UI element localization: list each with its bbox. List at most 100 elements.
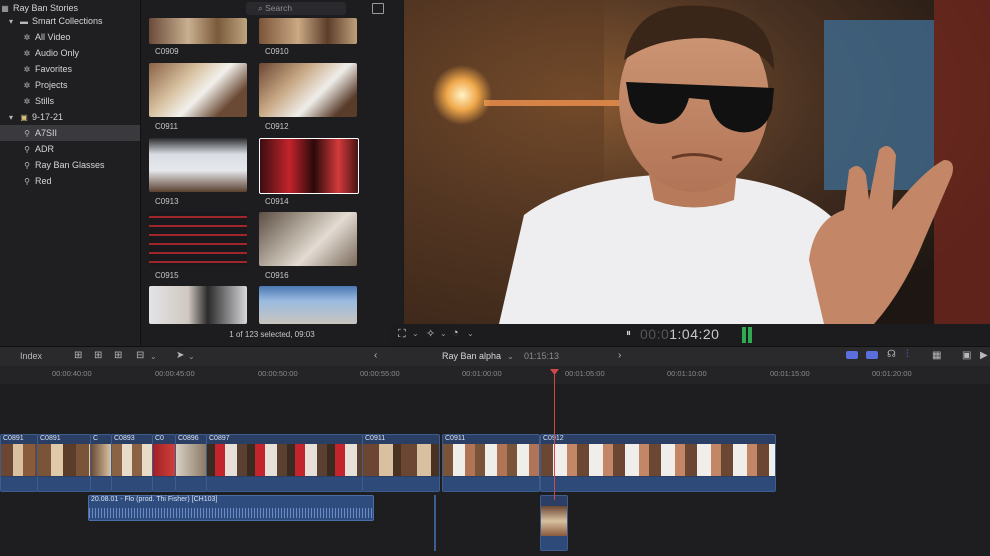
chevron-down-icon[interactable]: ⌄ <box>507 352 514 361</box>
clip-thumbnail[interactable] <box>259 212 357 266</box>
audio-waveform <box>112 477 152 491</box>
audio-waveform <box>207 477 362 491</box>
timeline-toolbar: Index ⊞ ⊞ ⊞ ⊟ ⌄ ➤ ⌄ ‹ Ray Ban alpha ⌄ 01… <box>0 346 990 367</box>
sidebar-item-red[interactable]: ⚲ Red <box>0 173 162 189</box>
speed-icon[interactable]: ◔ <box>452 327 459 339</box>
timeline-clip[interactable]: C0891 <box>0 434 38 492</box>
enhance-icon[interactable]: ✧ <box>426 327 435 340</box>
transform-icon[interactable]: ⛶ <box>398 328 406 341</box>
clip-thumbnail[interactable] <box>259 18 357 44</box>
clip-thumbnail[interactable] <box>259 63 357 117</box>
ruler-tick-label: 00:00:55:00 <box>360 369 400 378</box>
timeline-ruler[interactable]: 00:00:40:00 00:00:45:00 00:00:50:00 00:0… <box>0 366 990 384</box>
clip-thumbnail[interactable] <box>149 212 247 266</box>
sidebar-item-all-video[interactable]: ✲ All Video <box>0 29 162 45</box>
sidebar-item-favorites[interactable]: ✲ Favorites <box>0 61 162 77</box>
search-field[interactable]: ⌕ Search <box>246 2 346 15</box>
ruler-tick-label: 00:00:40:00 <box>52 369 92 378</box>
gear-icon: ✲ <box>23 49 31 58</box>
timeline-clip[interactable]: C0891 <box>37 434 91 492</box>
keyword-icon: ⚲ <box>24 177 30 186</box>
disclosure-triangle-icon[interactable]: ▾ <box>6 14 16 30</box>
sidebar-item-event[interactable]: ▾ ▣ 9-17-21 <box>0 109 146 125</box>
back-arrow-icon[interactable]: ‹ <box>374 350 377 361</box>
append-clip-icon[interactable]: ⊞ <box>114 350 122 361</box>
playhead[interactable] <box>554 370 555 500</box>
audio-skimming-icon[interactable] <box>866 351 878 359</box>
timeline-clip[interactable]: C0912 <box>540 434 776 492</box>
timeline-clip[interactable]: C0 <box>152 434 176 492</box>
skimming-icon[interactable] <box>846 351 858 359</box>
clip-thumbnail[interactable] <box>149 63 247 117</box>
sidebar-item-stills[interactable]: ✲ Stills <box>0 93 162 109</box>
clip-thumbnail[interactable] <box>149 18 247 44</box>
project-name[interactable]: Ray Ban alpha <box>442 351 501 361</box>
chevron-down-icon[interactable]: ⌄ <box>440 329 447 338</box>
audio-waveform <box>153 477 175 491</box>
disclosure-triangle-icon[interactable]: ▾ <box>6 110 16 126</box>
keyword-icon: ⚲ <box>24 145 30 154</box>
timeline-clip[interactable]: C0893 <box>111 434 153 492</box>
ruler-tick-label: 00:00:45:00 <box>155 369 195 378</box>
clip-label: C0915 <box>155 271 179 280</box>
clip-thumbnail-selected[interactable] <box>259 138 359 194</box>
sidebar-item-adr[interactable]: ⚲ ADR <box>0 141 162 157</box>
timeline-clip[interactable]: C0911 <box>362 434 440 492</box>
audio-waveform <box>176 477 206 491</box>
ruler-tick-label: 00:01:10:00 <box>667 369 707 378</box>
timeline-clip[interactable]: C <box>90 434 112 492</box>
clip-label: C0910 <box>265 47 289 56</box>
clip-appearance-icon[interactable]: ▦ <box>932 350 941 361</box>
viewer[interactable] <box>404 0 990 324</box>
sidebar-item-audio-only[interactable]: ✲ Audio Only <box>0 45 162 61</box>
audio-waveform <box>91 477 111 491</box>
headphones-icon[interactable]: ☊ <box>887 349 896 360</box>
browser-status: 1 of 123 selected, 09:03 <box>229 330 315 339</box>
index-button[interactable]: Index <box>20 351 42 361</box>
chevron-down-icon[interactable]: ⌄ <box>150 352 157 361</box>
chevron-down-icon[interactable]: ⌄ <box>188 352 195 361</box>
audio-clip-music[interactable]: 20.08.01 - Flo (prod. Thi Fisher) [CH103… <box>88 495 374 521</box>
audio-waveform <box>541 477 775 491</box>
ruler-tick-label: 00:00:50:00 <box>258 369 298 378</box>
gear-icon: ✲ <box>23 81 31 90</box>
timecode-display[interactable]: 00:01:04:20 <box>640 326 719 342</box>
chevron-down-icon[interactable]: ⌄ <box>412 329 419 338</box>
chevron-down-icon[interactable]: ⌄ <box>467 329 474 338</box>
transitions-icon[interactable]: ▶ <box>980 350 988 361</box>
clip-thumbnail[interactable] <box>259 286 357 324</box>
gear-icon: ✲ <box>23 33 31 42</box>
sidebar-item-ray-ban-glasses[interactable]: ⚲ Ray Ban Glasses <box>0 157 162 173</box>
connected-clip[interactable] <box>540 495 568 551</box>
browser-options-icon[interactable] <box>372 3 384 14</box>
select-tool-icon[interactable]: ➤ <box>176 350 184 361</box>
ruler-tick-label: 00:01:00:00 <box>462 369 502 378</box>
insert-clip-icon[interactable]: ⊞ <box>94 350 102 361</box>
clip-thumbnail[interactable] <box>149 286 247 324</box>
timeline-clip[interactable]: C0896 <box>175 434 207 492</box>
clip-label: C0909 <box>155 47 179 56</box>
timeline-clip[interactable]: C0897 <box>206 434 363 492</box>
gear-icon: ✲ <box>23 65 31 74</box>
snapping-icon[interactable]: ⫶ <box>906 349 909 360</box>
clip-browser: ⌕ Search C0909 C0910 C0911 C0912 C0913 C… <box>141 0 403 346</box>
sidebar-item-projects[interactable]: ✲ Projects <box>0 77 162 93</box>
event-icon: ▣ <box>20 113 28 122</box>
audio-waveform <box>89 508 373 518</box>
forward-arrow-icon[interactable]: › <box>618 350 621 361</box>
effects-browser-icon[interactable]: ▣ <box>962 350 971 361</box>
clip-thumbnail[interactable] <box>149 138 247 192</box>
ruler-tick-label: 00:01:20:00 <box>872 369 912 378</box>
connect-clip-icon[interactable]: ⊞ <box>74 350 82 361</box>
viewer-frame-image <box>404 0 990 324</box>
sidebar-item-a7sii[interactable]: ⚲ A7SII <box>0 125 140 141</box>
audio-meter-left <box>742 327 746 343</box>
audio-waveform <box>38 477 90 491</box>
gear-icon: ✲ <box>23 97 31 106</box>
timeline-tracks[interactable]: C0891 C0891 C C0893 C0 C0896 C0897 C0911 <box>0 384 990 556</box>
overwrite-clip-icon[interactable]: ⊟ <box>136 350 144 361</box>
timeline-clip[interactable]: C0911 <box>442 434 540 492</box>
pause-icon[interactable]: ⏸ <box>626 328 631 339</box>
folder-icon: ▬ <box>20 17 28 26</box>
sidebar-item-smart-collections[interactable]: ▾ ▬ Smart Collections <box>0 13 146 29</box>
